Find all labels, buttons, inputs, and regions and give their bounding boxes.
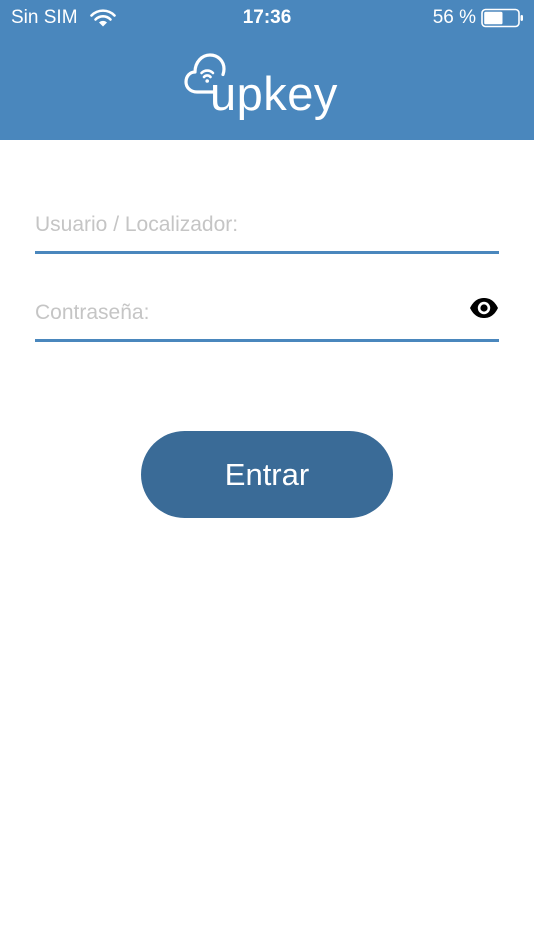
battery-icon xyxy=(481,8,523,28)
password-field xyxy=(35,291,499,342)
status-bar: Sin SIM 17:36 56 % xyxy=(0,0,534,36)
login-button[interactable]: Entrar xyxy=(141,431,393,518)
eye-icon[interactable] xyxy=(469,295,499,321)
battery-percent: 56 % xyxy=(432,7,476,28)
username-input[interactable] xyxy=(35,203,455,247)
username-field xyxy=(35,203,499,254)
logo-text: upkey xyxy=(210,67,338,120)
password-input[interactable] xyxy=(35,291,455,335)
battery-level-fill xyxy=(484,11,503,25)
upkey-logo: upkey xyxy=(184,50,350,124)
app-header: Sin SIM 17:36 56 % upkey xyxy=(0,0,534,140)
